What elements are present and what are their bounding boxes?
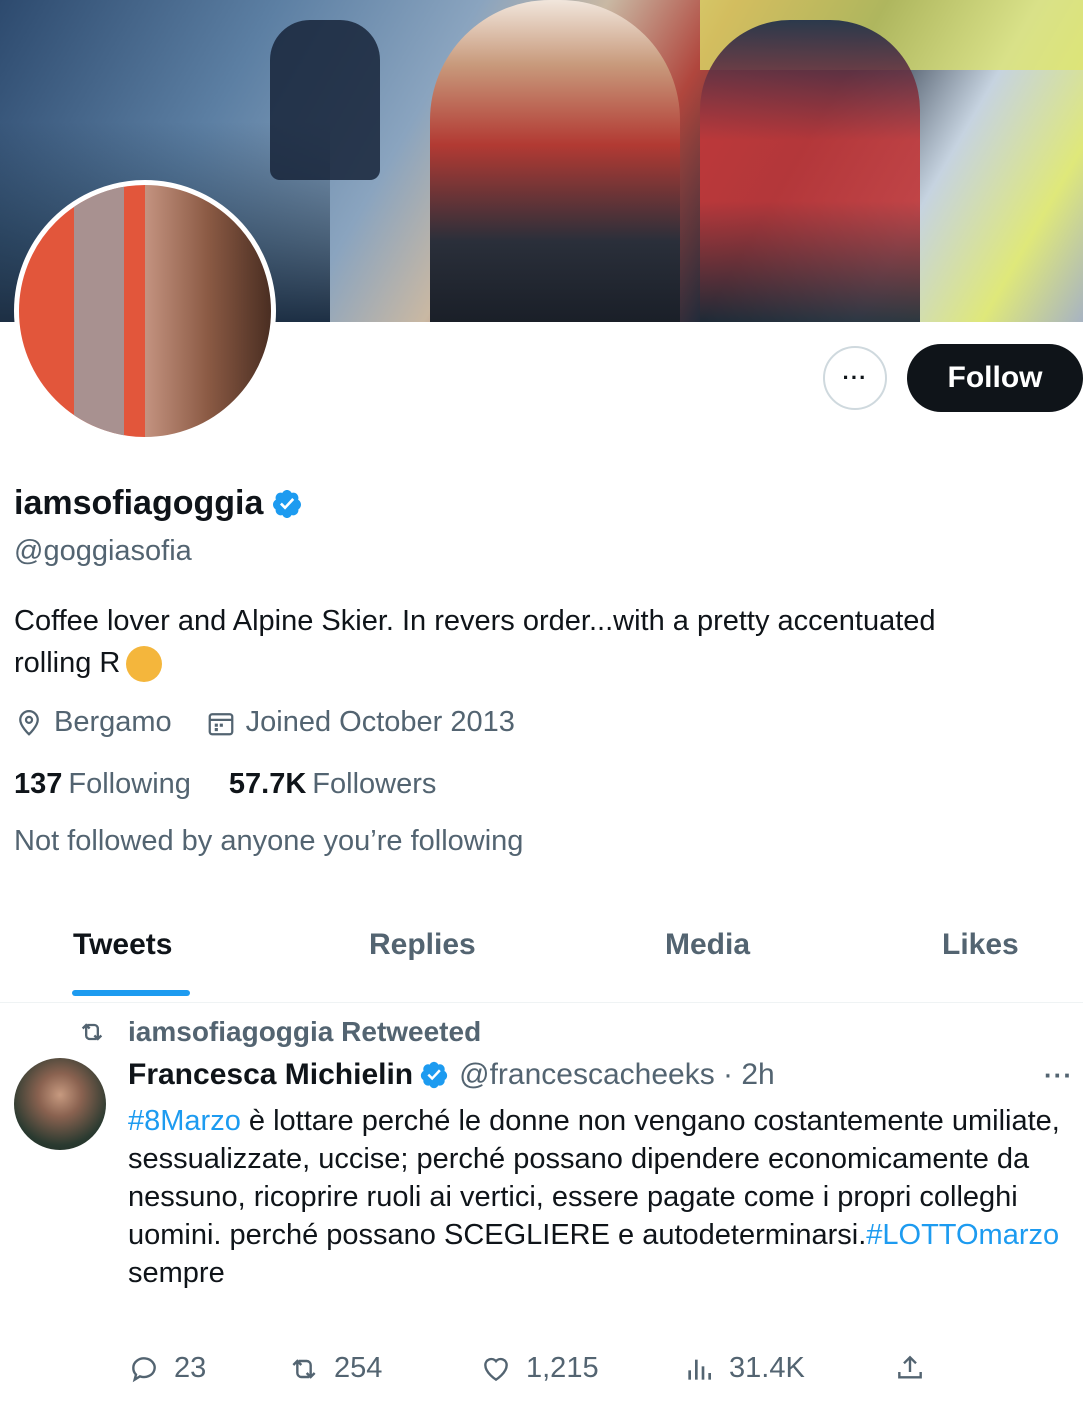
tweet-header: Francesca Michielin @francescacheeks · 2… [128,1058,775,1092]
banner-racer [700,20,920,322]
calendar-icon [208,712,234,735]
verified-badge-icon[interactable] [271,488,303,520]
hugging-face-emoji-icon [126,646,163,683]
tab-replies[interactable]: Replies [369,928,476,962]
banner-skier [270,20,380,180]
profile-name-row: iamsofiagoggia [14,484,303,523]
joined-text: Joined October 2013 [245,706,515,738]
display-name: iamsofiagoggia [14,484,264,522]
more-options-button[interactable]: ··· [823,346,887,410]
profile-handle: @goggiasofia [14,535,192,567]
reply-count: 23 [174,1352,207,1384]
retweet-icon [292,1358,316,1379]
share-icon [898,1355,922,1379]
tweet-actions: 23 254 1,215 31.4K [128,1352,1068,1392]
retweet-icon [81,1023,103,1041]
retweeted-by-text: iamsofiagoggia Retweeted [128,1016,482,1047]
tweet-author-avatar[interactable] [14,1058,106,1150]
views-button[interactable]: 31.4K [683,1352,805,1385]
followers-count: 57.7K [228,768,307,800]
follow-button[interactable]: Follow [907,344,1083,412]
tweet-author-name[interactable]: Francesca Michielin [128,1058,413,1092]
retweet-button[interactable]: 254 [288,1352,382,1385]
tab-likes[interactable]: Likes [942,928,1019,962]
hashtag-link[interactable]: #8Marzo [128,1105,241,1137]
profile-avatar[interactable] [14,180,276,442]
retweet-count: 254 [334,1352,383,1384]
retweet-context[interactable]: iamsofiagoggia Retweeted [78,1016,481,1048]
views-count: 31.4K [729,1352,805,1384]
followers-link[interactable]: 57.7K Followers [229,768,436,801]
tab-tweets[interactable]: Tweets [73,928,172,962]
tweet-more-button[interactable]: ··· [1044,1060,1073,1091]
reply-icon [132,1356,156,1382]
reply-button[interactable]: 23 [128,1352,206,1385]
not-followed-notice: Not followed by anyone you’re following [14,825,524,857]
profile-stats: 137 Following 57.7K Followers [14,768,474,801]
avatar-stripe [74,185,124,437]
following-label: Following [68,768,191,800]
profile-meta: Bergamo Joined October 2013 [14,706,549,739]
banner-athlete [430,0,680,322]
following-count: 137 [14,768,63,800]
location-text: Bergamo [54,706,172,738]
tab-media[interactable]: Media [665,928,750,962]
followers-label: Followers [312,768,437,800]
verified-badge-icon [421,1061,448,1089]
like-button[interactable]: 1,215 [480,1352,599,1385]
joined-item: Joined October 2013 [206,706,515,739]
profile-bio: Coffee lover and Alpine Skier. In revers… [14,600,1014,684]
tweet-handle-time[interactable]: @francescacheeks · 2h [459,1058,775,1092]
tweet-text: #8Marzo è lottare perché le donne non ve… [128,1102,1068,1292]
hashtag-link[interactable]: #LOTTOmarzo [866,1219,1059,1251]
share-button[interactable] [894,1352,940,1384]
active-tab-indicator [72,990,190,996]
like-count: 1,215 [526,1352,599,1384]
tweet-body-end: sempre [128,1257,225,1289]
following-link[interactable]: 137 Following [14,768,191,801]
location-pin-icon [19,709,39,736]
location-item: Bergamo [14,706,172,739]
views-chart-icon [688,1359,711,1380]
heart-icon [484,1357,508,1381]
